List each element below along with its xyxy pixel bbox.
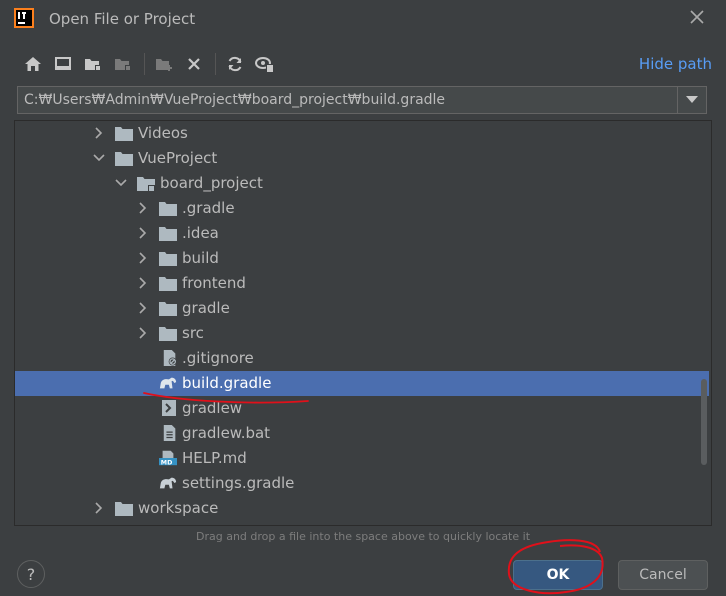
tree-item-gradle[interactable]: gradle	[15, 296, 709, 321]
toolbar-separator	[215, 53, 216, 75]
tree-item-videos[interactable]: Videos	[15, 121, 709, 146]
tree-item-gradlew-bat[interactable]: gradlew.bat	[15, 421, 709, 446]
tree-item-label: gradle	[182, 299, 230, 317]
help-button[interactable]: ?	[17, 560, 45, 588]
new-folder-icon	[156, 59, 172, 71]
delete-icon	[188, 58, 200, 70]
title-bar: Open File or Project	[0, 0, 726, 40]
hide-path-link[interactable]: Hide path	[639, 55, 712, 73]
tree-item-label: gradlew	[182, 399, 243, 417]
tree-item-board-project[interactable]: board_project	[15, 171, 709, 196]
path-history-dropdown[interactable]	[677, 87, 706, 113]
folder-icon	[159, 252, 177, 266]
script-file-icon	[162, 400, 176, 416]
folder-icon	[159, 227, 177, 241]
folder-icon	[159, 202, 177, 216]
tree-item-label: workspace	[138, 499, 219, 517]
folder-icon	[159, 302, 177, 316]
chevron-right-icon[interactable]	[137, 277, 149, 289]
tree-item-label: build	[182, 249, 219, 267]
chevron-down-icon[interactable]	[115, 177, 127, 189]
text-file-icon	[163, 425, 176, 441]
drag-drop-hint: Drag and drop a file into the space abov…	[195, 530, 531, 543]
tree-item-label: .idea	[182, 224, 219, 242]
toolbar-separator	[144, 53, 145, 75]
project-folder-button[interactable]	[82, 53, 104, 75]
refresh-icon	[228, 56, 242, 72]
toolbar	[22, 52, 284, 76]
refresh-button[interactable]	[224, 53, 246, 75]
chevron-down-icon[interactable]	[93, 152, 105, 164]
tree-item-workspace[interactable]: workspace	[15, 496, 709, 521]
home-button[interactable]	[22, 53, 44, 75]
folder-icon	[115, 502, 133, 516]
show-hidden-button[interactable]	[254, 53, 276, 75]
chevron-right-icon[interactable]	[137, 202, 149, 214]
tree-item-src[interactable]: src	[15, 321, 709, 346]
path-input[interactable]	[18, 87, 684, 113]
chevron-right-icon[interactable]	[93, 127, 105, 139]
project-folder-icon	[137, 177, 155, 191]
file-tree[interactable]: Videos VueProject board_project .gradle …	[14, 120, 712, 526]
project-folder-icon	[85, 59, 101, 71]
tree-item-label: .gradle	[182, 199, 235, 217]
tree-item-dot-idea[interactable]: .idea	[15, 221, 709, 246]
chevron-down-icon	[686, 96, 698, 103]
tree-item-gitignore[interactable]: .gitignore	[15, 346, 709, 371]
tree-item-label: frontend	[182, 274, 246, 292]
svg-text:MD: MD	[161, 459, 173, 466]
desktop-button[interactable]	[52, 53, 74, 75]
tree-item-build[interactable]: build	[15, 246, 709, 271]
folder-icon	[115, 127, 133, 141]
tree-item-label: board_project	[160, 174, 263, 192]
tree-item-partial[interactable]	[15, 521, 709, 526]
tree-scrollbar[interactable]	[701, 379, 707, 465]
ok-button[interactable]: OK	[513, 560, 603, 590]
tree-item-label: settings.gradle	[182, 474, 295, 492]
project-folder-icon	[115, 525, 133, 526]
tree-item-label: gradlew.bat	[182, 424, 271, 442]
tree-item-label: src	[182, 324, 204, 342]
tree-item-label: .gitignore	[182, 349, 254, 367]
tree-item-label: VueProject	[138, 149, 218, 167]
gradle-elephant-icon	[159, 477, 177, 489]
desktop-icon	[55, 57, 71, 70]
folder-icon	[159, 327, 177, 341]
tree-item-label: build.gradle	[182, 374, 272, 392]
show-hidden-icon	[255, 57, 274, 72]
tree-item-label: Videos	[138, 124, 188, 142]
gradle-elephant-icon	[159, 377, 177, 389]
tree-item-label: HELP.md	[182, 449, 247, 467]
chevron-right-icon[interactable]	[93, 502, 105, 514]
tree-item-vueproject[interactable]: VueProject	[15, 146, 709, 171]
folder-icon	[115, 152, 133, 166]
folder-icon	[159, 277, 177, 291]
tree-item-gradlew[interactable]: gradlew	[15, 396, 709, 421]
chevron-right-icon[interactable]	[137, 252, 149, 264]
tree-item-settings-gradle[interactable]: settings.gradle	[15, 471, 709, 496]
tree-item-dot-gradle[interactable]: .gradle	[15, 196, 709, 221]
cancel-button[interactable]: Cancel	[618, 560, 708, 590]
tree-item-frontend[interactable]: frontend	[15, 271, 709, 296]
chevron-right-icon[interactable]	[137, 327, 149, 339]
tree-item-help-md[interactable]: MD HELP.md	[15, 446, 709, 471]
delete-button[interactable]	[183, 53, 205, 75]
home-icon	[25, 57, 41, 71]
chevron-right-icon[interactable]	[137, 227, 149, 239]
window-title: Open File or Project	[49, 10, 196, 28]
close-icon[interactable]	[688, 8, 706, 26]
new-folder-button[interactable]	[153, 53, 175, 75]
intellij-app-icon	[14, 8, 34, 28]
path-combobox[interactable]	[17, 86, 707, 114]
chevron-right-icon[interactable]	[137, 302, 149, 314]
module-folder-button[interactable]	[112, 53, 134, 75]
tree-item-build-gradle[interactable]: build.gradle	[15, 371, 709, 396]
gitignore-file-icon	[163, 350, 177, 366]
module-folder-icon	[115, 59, 131, 71]
markdown-file-icon: MD	[159, 450, 177, 466]
